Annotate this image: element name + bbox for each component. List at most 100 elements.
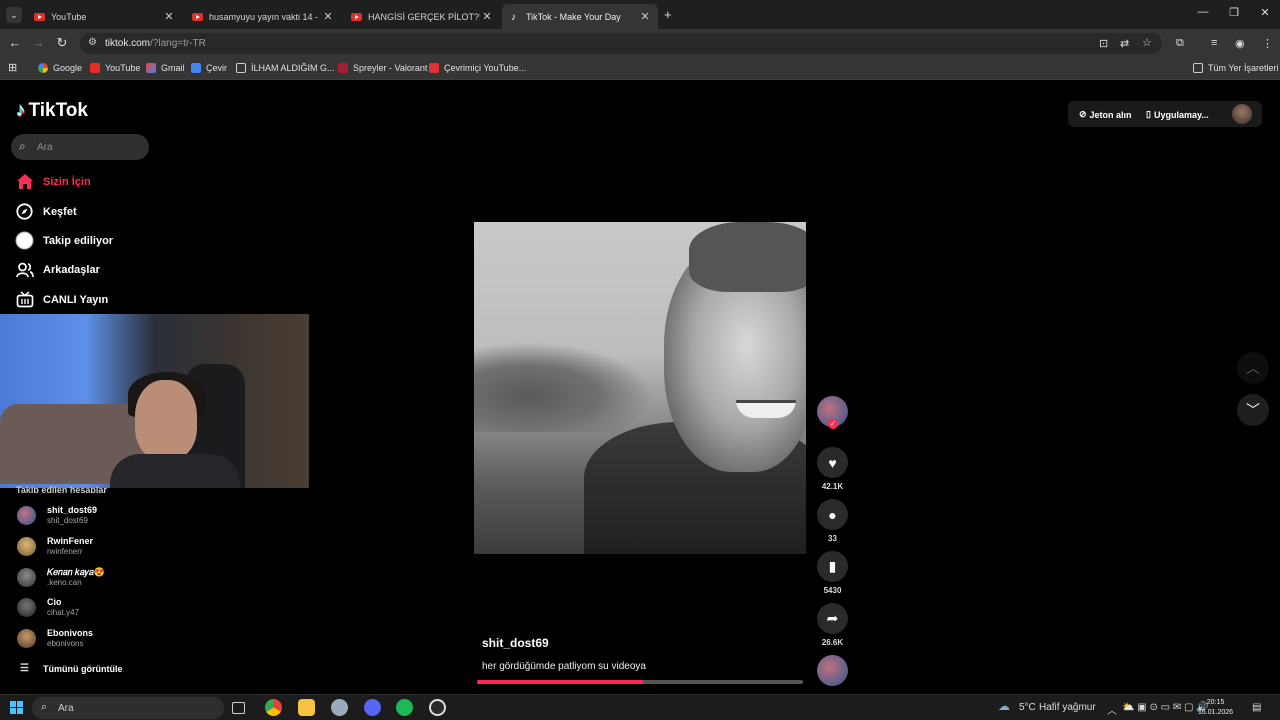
video-progress-bar[interactable] xyxy=(477,680,803,684)
valorant-icon xyxy=(338,63,348,73)
compass-icon xyxy=(15,202,34,221)
file-explorer-icon[interactable] xyxy=(298,699,315,716)
tiktok-logo[interactable]: ♪ TikTok xyxy=(16,100,88,122)
extensions-icon[interactable]: ⧉ xyxy=(1176,37,1184,50)
nav-live[interactable]: CANLI Yayın xyxy=(15,290,108,309)
previous-video-button[interactable]: ︿ xyxy=(1237,352,1269,384)
creator-avatar[interactable]: ✓ xyxy=(817,396,848,429)
media-control-icon[interactable]: ≡ xyxy=(1211,37,1217,49)
reload-icon[interactable]: ↻ xyxy=(53,35,71,51)
minimize-icon[interactable]: — xyxy=(1188,6,1218,18)
menu-icon[interactable]: ⋮ xyxy=(1262,37,1273,50)
followed-account[interactable]: Ebonivons ebonivons xyxy=(17,628,93,649)
followed-account[interactable]: 𝐾𝑒𝑛𝑎𝑛 𝑘𝑎𝑦𝑎😍 .keno.can xyxy=(17,567,105,588)
like-button[interactable]: ♥ 42.1K xyxy=(817,447,848,491)
chevron-up-icon[interactable]: ︿ xyxy=(1107,702,1117,717)
install-app-icon[interactable]: ⊡ xyxy=(1099,37,1108,50)
close-icon[interactable]: ✕ xyxy=(321,10,335,23)
bookmark-valorant[interactable]: Spreyler - Valorant xyxy=(338,63,427,73)
discord-icon[interactable] xyxy=(364,699,381,716)
get-coins-button[interactable]: ⊘ Jeton alın xyxy=(1079,109,1132,120)
nav-friends[interactable]: Arkadaşlar xyxy=(15,260,100,279)
address-bar[interactable]: ⚙ tiktok.com/?lang=tr-TR ⊡ ⇄ ☆ xyxy=(80,33,1162,54)
bookmark-online-youtube[interactable]: Çevrimiçi YouTube... xyxy=(429,63,526,73)
bookmark-google[interactable]: Google xyxy=(38,63,82,73)
bookmark-star-icon[interactable]: ☆ xyxy=(1142,36,1152,49)
profile-icon[interactable]: ◉ xyxy=(1235,37,1245,50)
bookmarks-bar: ⊞ Google YouTube Gmail Çevir İLHAM ALDIĞ… xyxy=(0,58,1280,80)
next-video-button[interactable]: ﹀ xyxy=(1237,394,1269,426)
nav-explore[interactable]: Keşfet xyxy=(15,202,77,221)
close-icon[interactable]: ✕ xyxy=(638,10,652,23)
translate-icon[interactable]: ⇄ xyxy=(1120,37,1129,50)
tray-icons[interactable]: ⛅ ▣ ⊙ ▭ ✉ ▢ 🔊 xyxy=(1122,702,1209,713)
get-app-button[interactable]: ▯ Uygulamay... xyxy=(1146,109,1209,120)
notification-icon[interactable]: ▤ xyxy=(1252,702,1261,713)
avatar xyxy=(17,598,36,617)
folder-icon xyxy=(1193,63,1203,73)
close-window-icon[interactable]: ✕ xyxy=(1250,6,1280,19)
following-icon xyxy=(15,231,34,250)
site-info-icon[interactable]: ⚙ xyxy=(88,37,97,48)
bookmark-gmail[interactable]: Gmail xyxy=(146,63,185,73)
tab-pilot[interactable]: HANGİSİ GERÇEK PİLOT?! ft. @... ✕ xyxy=(343,4,500,29)
nav-for-you[interactable]: Sizin İçin xyxy=(15,172,91,191)
chrome-icon[interactable] xyxy=(265,699,282,716)
apps-icon[interactable]: ⊞ xyxy=(8,61,17,74)
nav-following[interactable]: Takip ediliyor xyxy=(15,231,113,250)
restore-icon[interactable]: ❐ xyxy=(1219,6,1249,19)
start-icon[interactable] xyxy=(10,701,23,714)
followed-account[interactable]: Cio cihat.y47 xyxy=(17,597,79,618)
google-icon xyxy=(38,63,48,73)
bookmark-icon: ▮ xyxy=(817,551,848,582)
friends-icon xyxy=(15,260,34,279)
comment-button[interactable]: ● 33 xyxy=(817,499,848,543)
obs-icon[interactable] xyxy=(429,699,446,716)
forward-icon[interactable]: → xyxy=(29,35,47,50)
follow-plus-icon[interactable]: ✓ xyxy=(828,419,838,429)
tab-youtube[interactable]: YouTube ✕ xyxy=(26,4,182,29)
search-icon: ⌕ xyxy=(41,701,48,713)
weather-icon[interactable]: ☁ xyxy=(998,699,1010,713)
sound-avatar[interactable] xyxy=(817,655,848,686)
heart-icon: ♥ xyxy=(817,447,848,478)
download-icon xyxy=(429,63,439,73)
close-icon[interactable]: ✕ xyxy=(162,10,176,23)
followed-account[interactable]: shit_dost69 shit_dost69 xyxy=(17,505,97,526)
profile-avatar[interactable] xyxy=(1232,104,1252,124)
comment-icon: ● xyxy=(817,499,848,530)
weather-text[interactable]: Hafif yağmur xyxy=(1039,702,1096,713)
tab-search-button[interactable]: ⌄ xyxy=(6,7,22,23)
video-caption: her gördüğümde patliyom su videoya xyxy=(482,661,646,672)
system-clock[interactable]: 20:15 16.01.2026 xyxy=(1198,698,1233,718)
video-progress-fill xyxy=(477,680,644,684)
bookmark-translate[interactable]: Çevir xyxy=(191,63,227,73)
home-icon xyxy=(15,172,34,191)
top-right-actions: ⊘ Jeton alın ▯ Uygulamay... xyxy=(1068,101,1262,127)
tab-tiktok[interactable]: TikTok - Make Your Day ✕ xyxy=(502,4,658,29)
url-host: tiktok.com xyxy=(105,38,151,49)
taskbar-search[interactable]: ⌕ Ara xyxy=(32,697,224,719)
bookmark-folder-ilham[interactable]: İLHAM ALDIĞIM G... xyxy=(236,63,335,73)
spotify-icon[interactable] xyxy=(396,699,413,716)
tiktok-favicon-icon xyxy=(510,12,520,23)
share-button[interactable]: ➦ 26.6K xyxy=(817,603,848,647)
new-tab-button[interactable]: + xyxy=(664,7,672,22)
followed-account[interactable]: RwinFener rwinfenerr xyxy=(17,536,93,557)
youtube-favicon-icon xyxy=(34,12,45,21)
search-input[interactable]: ⌕ Ara xyxy=(11,134,149,160)
avatar xyxy=(17,629,36,648)
close-icon[interactable]: ✕ xyxy=(480,10,494,23)
video-player[interactable] xyxy=(474,222,806,554)
bookmark-youtube[interactable]: YouTube xyxy=(90,63,140,73)
video-author[interactable]: shit_dost69 xyxy=(482,636,549,650)
weather-temp[interactable]: 5°C xyxy=(1019,702,1036,713)
bookmark-all-folder[interactable]: Tüm Yer İşaretleri xyxy=(1193,63,1279,73)
youtube-icon xyxy=(90,63,100,73)
save-button[interactable]: ▮ 5430 xyxy=(817,551,848,595)
see-all-button[interactable]: ☰ Tümünü görüntüle xyxy=(20,663,122,674)
task-view-icon[interactable] xyxy=(232,702,245,714)
back-icon[interactable]: ← xyxy=(6,35,24,50)
app-icon[interactable] xyxy=(331,699,348,716)
tab-husamyuyu[interactable]: husamyuyu yayın vakti 14 - You ✕ xyxy=(184,4,341,29)
